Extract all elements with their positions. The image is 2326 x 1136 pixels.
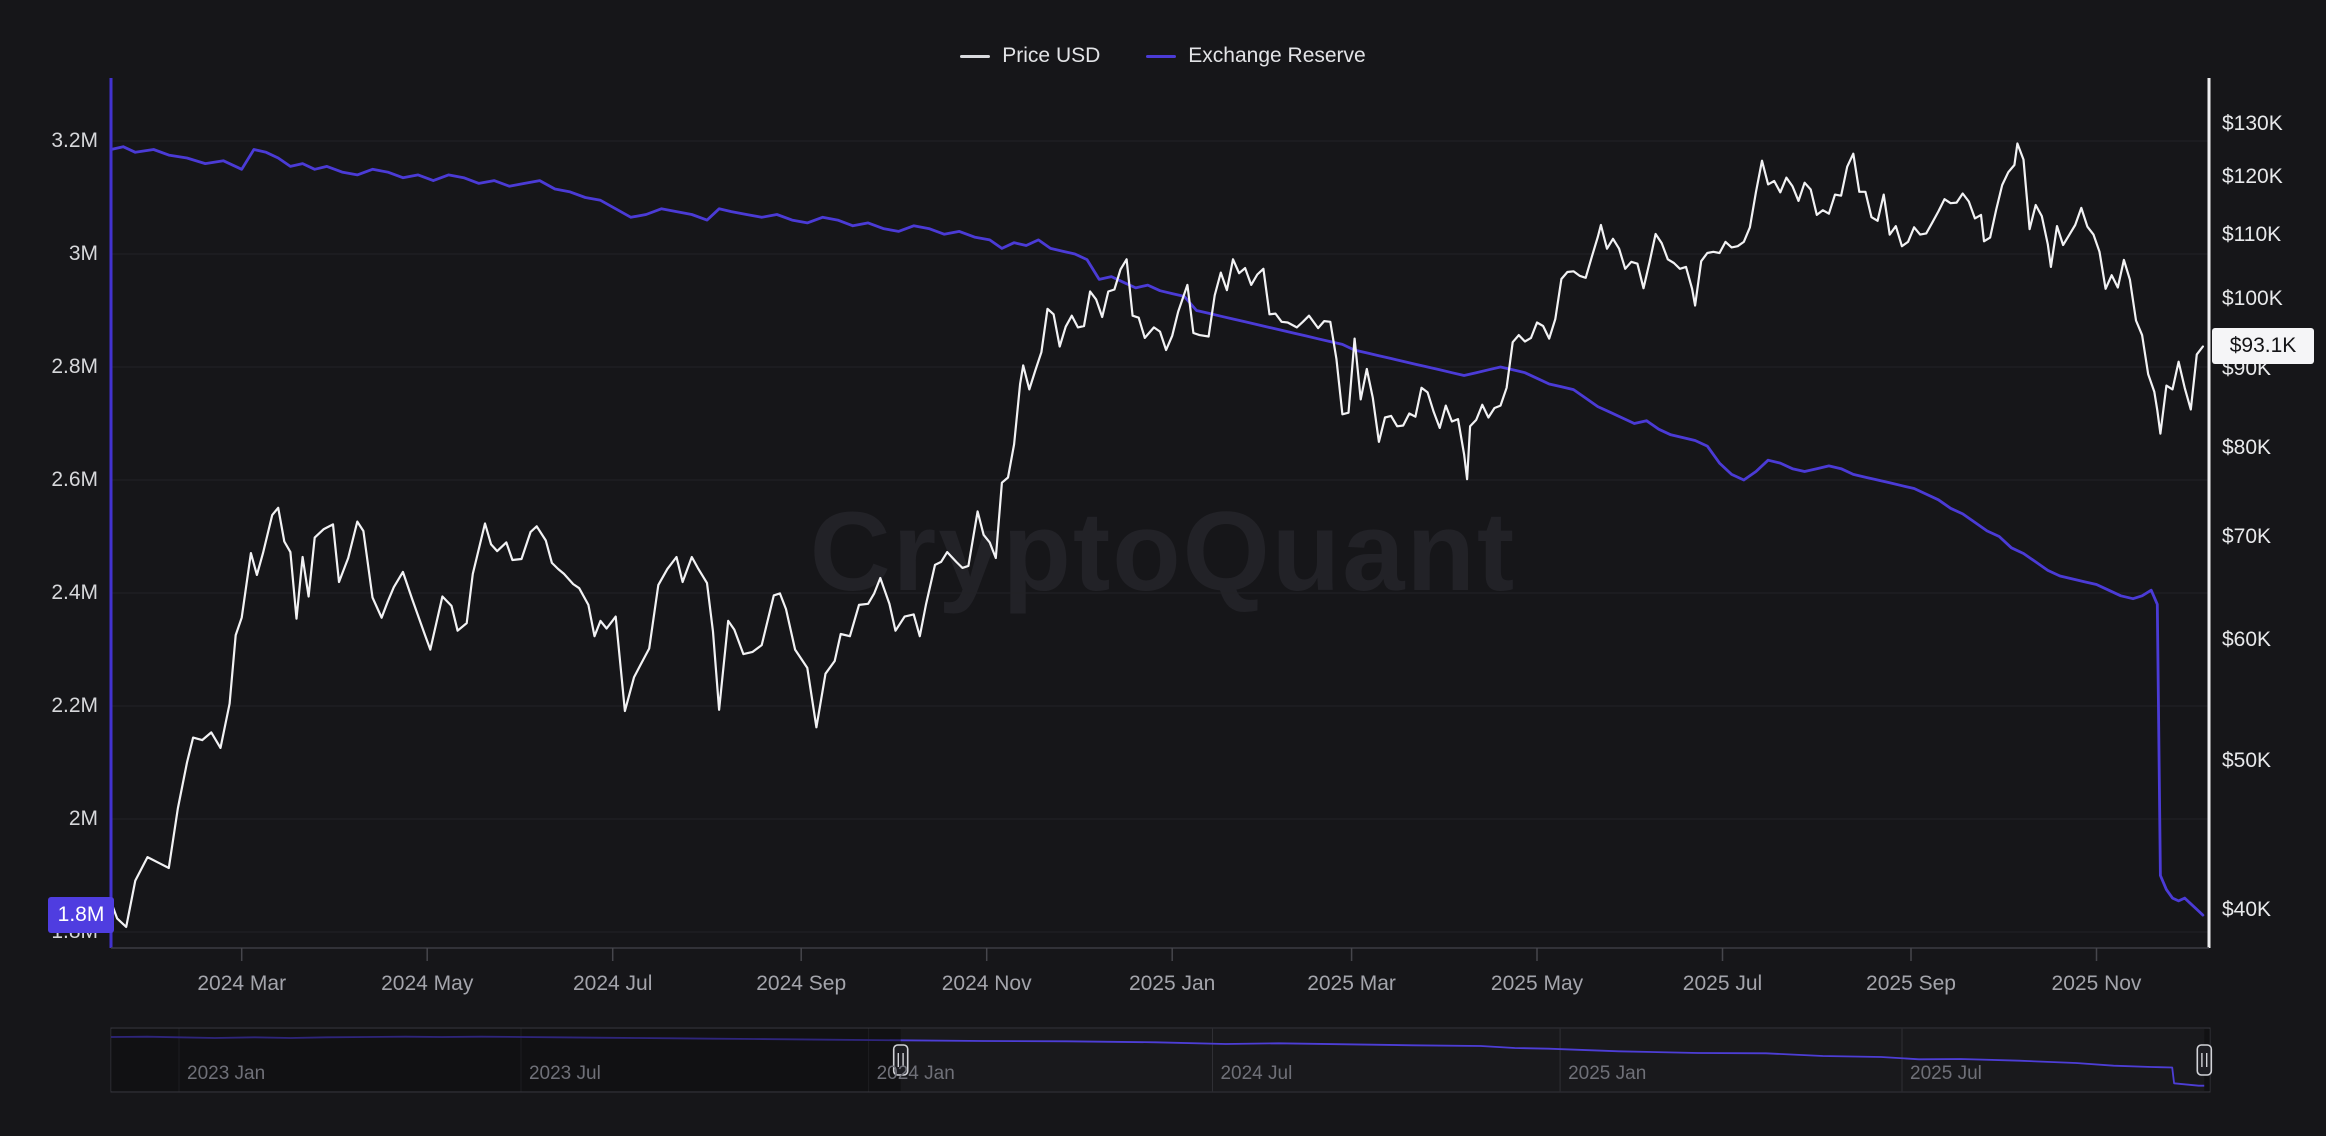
chart-legend: Price USD Exchange Reserve (0, 44, 2326, 68)
cryptoquant-chart-app: CryptoQuant 3.2M3M2.8M2.6M2.4M2.2M2M1.8M… (0, 0, 2326, 1136)
price-reserve-chart-canvas (0, 0, 2326, 1136)
legend-label-reserve: Exchange Reserve (1188, 44, 1365, 68)
reserve-line-swatch-icon (1146, 55, 1176, 58)
navigator-selected-range[interactable] (901, 1029, 2205, 1091)
navigator-unselected-left (111, 1029, 901, 1091)
reserve-current-value-badge: 1.8M (48, 897, 114, 933)
legend-label-price: Price USD (1002, 44, 1100, 68)
legend-item-price-usd[interactable]: Price USD (960, 44, 1100, 68)
price-current-value-badge: $93.1K (2212, 328, 2314, 364)
navigator-left-handle[interactable] (894, 1045, 908, 1075)
navigator-right-handle[interactable] (2197, 1045, 2211, 1075)
plot-area[interactable] (111, 78, 2209, 948)
price-line-swatch-icon (960, 55, 990, 58)
legend-item-exchange-reserve[interactable]: Exchange Reserve (1146, 44, 1365, 68)
